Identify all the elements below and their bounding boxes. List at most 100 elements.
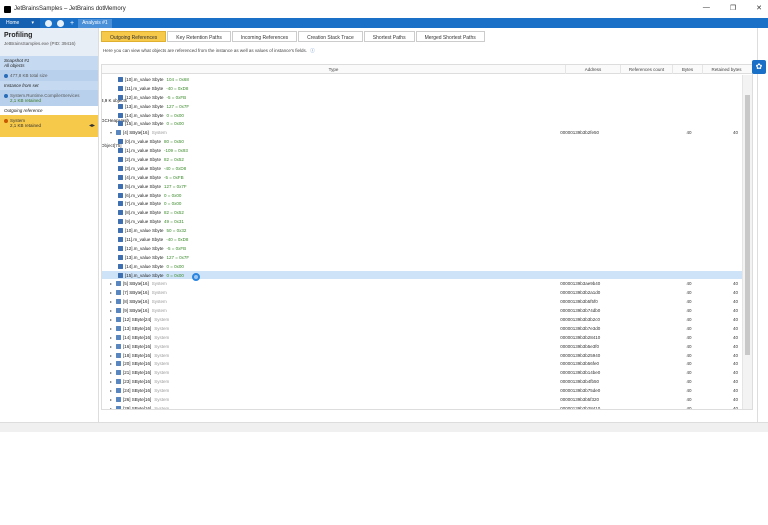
table-row-object[interactable]: ▸ [20] SByte[16] System 00000139b3b56fe0 40 4…	[102, 360, 742, 369]
object-icon	[116, 325, 121, 331]
table-row-object[interactable]: ▸ [8] SByte[16] System 00000139b3b5f5f0 40 40	[102, 297, 742, 306]
table-row-field[interactable]: [13].m_value Sbyte 127 = 0x7F	[102, 253, 742, 262]
table-row-field[interactable]: [5].m_value Sbyte 127 = 0x7F	[102, 182, 742, 191]
table-row-field[interactable]: [3].m_value Sbyte -40 = 0xD8	[102, 164, 742, 173]
table-row-object[interactable]: ▸ [14] SByte[16] System 00000139b3b28410 40 4…	[102, 333, 742, 342]
table-row-field[interactable]: [12].m_value Sbyte -5 = 0xFB	[102, 93, 742, 102]
table-row-field[interactable]: [10].m_value Sbyte 50 = 0x32	[102, 226, 742, 235]
table-row-field[interactable]: [13].m_value Sbyte 127 = 0x7F	[102, 102, 742, 111]
dotmemory-tools-icon[interactable]: ✿	[752, 60, 766, 74]
field-value: -40 = 0xD8	[164, 165, 187, 171]
table-row-object[interactable]: ▸ [23] SByte[16] System 00000139b3b4fb50 40 4…	[102, 377, 742, 386]
row-label: [7] SByte[16]	[123, 290, 149, 296]
table-row-field[interactable]: [0].m_value Sbyte 80 = 0x50	[102, 137, 742, 146]
table-row-field[interactable]: [12].m_value Sbyte -5 = 0xFB	[102, 244, 742, 253]
table-row-field[interactable]: [4].m_value Sbyte -5 = 0xFB	[102, 173, 742, 182]
table-row-object[interactable]: ▸ [24] SByte[16] System 00000139b3b75de0 40 4…	[102, 386, 742, 395]
table-row-field[interactable]: [14].m_value Sbyte 0 = 0x00	[102, 111, 742, 120]
info-icon[interactable]: ⓘ	[310, 48, 315, 53]
tab-analysis-1[interactable]: Analysis #1	[78, 18, 112, 28]
table-row-field[interactable]: [11].m_value Sbyte -40 = 0xD8	[102, 84, 742, 93]
table-row-object[interactable]: ▸ [12] SByte[24] System 00000139b3b3b2c0 40 4…	[102, 315, 742, 324]
table-row-object[interactable]: ▸ [18] SByte[16] System 00000139b3b25940 40 4…	[102, 351, 742, 360]
table-row-field[interactable]: [10].m_value Sbyte 104 = 0x68	[102, 75, 742, 84]
table-header: Type Address References count Bytes Reta…	[102, 65, 752, 74]
col-bytes[interactable]: Bytes	[673, 65, 703, 74]
table-row-object[interactable]: ▾ [4] SByte[16] System 00000139b3b2fe50 40 40	[102, 128, 742, 137]
cell-type: [3].m_value Sbyte -40 = 0xD8	[102, 165, 560, 171]
tab-merged-shortest-paths[interactable]: Merged Shortest Paths	[415, 31, 485, 42]
table-row-object[interactable]: ▸ [21] SByte[16] System 00000139b3b14be0 40 4…	[102, 368, 742, 377]
instance-section[interactable]: Instance from set GCHeapHash System.Runt…	[0, 81, 129, 123]
table-row-object[interactable]: ▸ [9] SByte[16] System 00000139b3b74db0 40 40	[102, 306, 742, 315]
cell-address: 00000139b3b5f5f0	[560, 299, 598, 305]
forward-icon[interactable]	[57, 19, 64, 27]
table-row-field[interactable]: [9].m_value Sbyte 49 = 0x31	[102, 217, 742, 226]
row-label: [9].m_value Sbyte	[125, 219, 162, 225]
back-icon[interactable]	[45, 19, 52, 27]
table-row-field[interactable]: [1].m_value Sbyte -109 = 0x93	[102, 146, 742, 155]
status-bar	[0, 422, 768, 432]
analysis-tab-label: Analysis #1	[82, 20, 108, 26]
cell-bytes: 40	[686, 281, 692, 287]
row-label: [10].m_value Sbyte	[125, 76, 164, 82]
cell-retained-bytes: 40	[732, 281, 738, 287]
field-icon	[118, 210, 123, 216]
tab-outgoing-references[interactable]: Outgoing References	[101, 31, 167, 42]
tab-incoming-references[interactable]: Incoming References	[231, 31, 298, 42]
table-row-field[interactable]: [7].m_value Sbyte 0 = 0x00	[102, 199, 742, 208]
close-icon[interactable]: ✕	[756, 4, 762, 12]
table-row-field[interactable]: [15].m_value Sbyte 0 = 0x00	[102, 270, 742, 281]
table-row-object[interactable]: ▸ [5] SByte[16] System 00000139b3ae9b40 40 40	[102, 279, 742, 288]
cell-retained-bytes: 40	[732, 405, 738, 409]
table-row-field[interactable]: [14].m_value Sbyte 0 = 0x00	[102, 262, 742, 271]
add-icon[interactable]: +	[70, 20, 74, 27]
table-row-field[interactable]: [2].m_value Sbyte 82 = 0x52	[102, 155, 742, 164]
col-retained-bytes[interactable]: Retained bytes	[703, 65, 750, 74]
col-address[interactable]: Address	[566, 65, 621, 74]
scrollbar-thumb[interactable]	[745, 95, 750, 355]
instance-item[interactable]: GCHeapHash System.Runtime.CompilerServic…	[0, 90, 129, 123]
namespace-label: System	[154, 379, 170, 385]
col-references-count[interactable]: References count	[621, 65, 673, 74]
cell-bytes: 40	[686, 316, 692, 322]
table-row-field[interactable]: [6].m_value Sbyte 0 = 0x00	[102, 191, 742, 200]
cell-bytes: 40	[686, 325, 692, 331]
cell-retained-bytes: 40	[732, 397, 738, 402]
object-icon	[116, 370, 121, 376]
cell-bytes: 40	[686, 352, 692, 358]
table-row-object[interactable]: ▸ [16] SByte[16] System 00000139b3b5e3f0 40 4…	[102, 342, 742, 351]
profiling-sidebar: Profiling JetBrainsSamples.exe (PID: 394…	[0, 28, 129, 422]
selected-object-item[interactable]: Object[75] System 2,1 KB retained ◂▸	[0, 115, 122, 148]
row-label: [16] SByte[16]	[123, 343, 152, 349]
table-row-object[interactable]: ▸ [29] SByte[16] System 00000139b3b28410 40 4…	[102, 404, 742, 409]
tab-shortest-paths[interactable]: Shortest Paths	[363, 31, 415, 42]
row-label: [13] SByte[16]	[123, 325, 152, 331]
tab-key-retention-paths[interactable]: Key Retention Paths	[167, 31, 231, 42]
snapshot-section[interactable]: Snapshot #1 All objects 3,9 K objects 47…	[0, 56, 127, 103]
row-label: [4].m_value Sbyte	[125, 174, 162, 180]
minimize-icon[interactable]: —	[703, 4, 710, 12]
table-row-object[interactable]: ▸ [13] SByte[16] System 00000139b3b7e3d0 40 4…	[102, 324, 742, 333]
table-row-object[interactable]: ▸ [7] SByte[16] System 00000139b3b2a1d0 40 40	[102, 288, 742, 297]
object-icon	[116, 316, 121, 322]
row-label: [9] SByte[16]	[123, 308, 149, 314]
cell-type: [11].m_value Sbyte -40 = 0xD8	[102, 236, 560, 242]
tab-description: Here you can view what objects are refer…	[101, 42, 757, 54]
tab-creation-stack-trace[interactable]: Creation Stack Trace	[298, 31, 363, 42]
table-row-field[interactable]: [15].m_value Sbyte 0 = 0x00	[102, 119, 742, 128]
table-row-object[interactable]: ▸ [26] SByte[16] System 00000139b3b5f320 40 4…	[102, 395, 742, 404]
cell-type: ▸ [12] SByte[24] System	[102, 316, 560, 322]
col-type[interactable]: Type	[102, 65, 566, 74]
vertical-scrollbar[interactable]	[742, 75, 752, 409]
maximize-icon[interactable]: ❐	[730, 4, 736, 12]
cell-address: 00000139b3b2a1d0	[560, 290, 601, 296]
row-label: [14] SByte[16]	[123, 334, 152, 340]
navigate-arrows-icon[interactable]: ◂▸	[89, 122, 95, 129]
table-row-field[interactable]: [11].m_value Sbyte -40 = 0xD8	[102, 235, 742, 244]
home-button[interactable]: Home ▾	[0, 18, 40, 28]
sidebar-header: Profiling JetBrainsSamples.exe (PID: 394…	[0, 28, 98, 56]
table-row-field[interactable]: [8].m_value Sbyte 82 = 0x52	[102, 208, 742, 217]
namespace-label: System	[154, 334, 170, 340]
field-icon	[118, 94, 123, 100]
